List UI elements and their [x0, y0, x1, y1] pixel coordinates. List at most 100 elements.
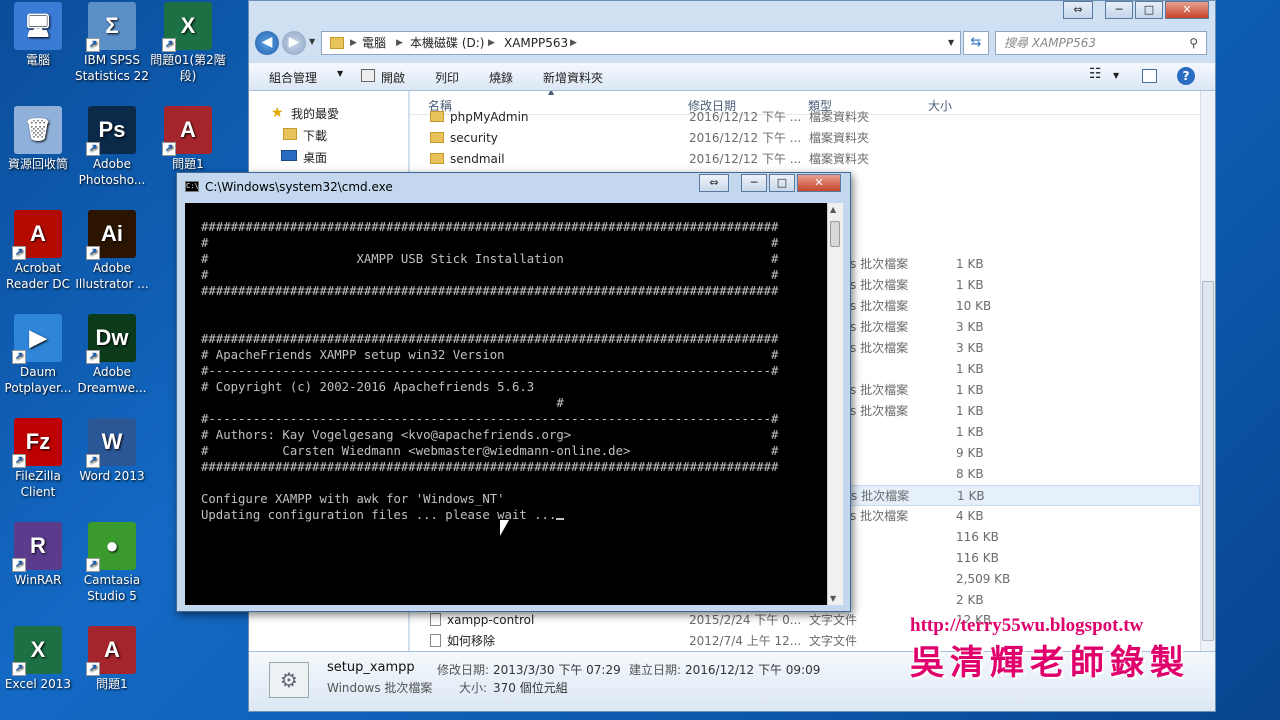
desktop-icon[interactable]: A ↗ Acrobat Reader DC [0, 210, 78, 292]
cmd-restore-arrows-button[interactable]: ⇔ [699, 174, 729, 192]
print-button[interactable]: 列印 [435, 69, 459, 86]
file-type: s 批次檔案 [850, 299, 909, 313]
scroll-down-icon[interactable]: ▼ [830, 594, 836, 603]
breadcrumb-computer[interactable]: 電腦 [362, 32, 386, 54]
sort-up-icon: ▲ [548, 91, 555, 96]
console-line: # XAMPP USB Stick Installation # [201, 252, 779, 266]
shortcut-arrow-icon: ↗ [86, 350, 100, 364]
desktop-icon[interactable]: Dw ↗ Adobe Dreamwe... [72, 314, 152, 396]
desktop-icon[interactable]: X ↗ 問題01(第2階段) [148, 2, 228, 84]
maximize-button[interactable]: □ [1135, 1, 1163, 19]
desktop-icon[interactable]: X ↗ Excel 2013 [0, 626, 78, 692]
preview-pane-icon[interactable] [1142, 69, 1157, 83]
shortcut-arrow-icon: ↗ [12, 454, 26, 468]
breadcrumb-folder[interactable]: XAMPP563 [504, 32, 568, 54]
winrar-icon: R ↗ [12, 522, 62, 572]
organize-dropdown-icon[interactable]: ▼ [337, 69, 343, 78]
desktop-icon[interactable]: 🖥 電腦 [0, 2, 78, 68]
nav-desktop[interactable]: 桌面 [303, 149, 327, 166]
open-button[interactable]: 開啟 [381, 69, 405, 86]
file-size: 1 KB [956, 278, 984, 292]
desktop-icon[interactable]: Σ ↗ IBM SPSS Statistics 22 [72, 2, 152, 84]
scrollbar-thumb[interactable] [1202, 281, 1214, 641]
file-type: 檔案資料夾 [809, 110, 870, 124]
desktop-icon-label: Excel 2013 [4, 677, 72, 691]
console-line: Configure XAMPP with awk for 'Windows_NT… [201, 492, 505, 506]
open-icon [361, 69, 375, 82]
close-button[interactable]: ✕ [1165, 1, 1209, 19]
file-type: 文字文件 [809, 634, 858, 648]
dreamweaver-icon: Dw ↗ [86, 314, 136, 364]
favorites-star-icon: ★ [271, 105, 284, 121]
camtasia-icon: ● ↗ [86, 522, 136, 572]
cmd-minimize-button[interactable]: ─ [741, 174, 767, 192]
file-row[interactable]: sendmail 2016/12/12 下午 ... 檔案資料夾 [410, 149, 1200, 170]
file-row[interactable]: security 2016/12/12 下午 ... 檔案資料夾 [410, 128, 1200, 149]
desktop-icon-label: Word 2013 [79, 469, 145, 483]
file-size: 116 KB [956, 551, 999, 565]
help-icon[interactable]: ? [1177, 67, 1195, 85]
file-list-scrollbar[interactable] [1200, 91, 1215, 651]
desktop-icon-label: 問題1 [172, 157, 204, 171]
minimize-button[interactable]: ─ [1105, 1, 1133, 19]
shortcut-arrow-icon: ↗ [162, 38, 176, 52]
refresh-button[interactable]: ⇆ [963, 31, 989, 55]
console-line: ########################################… [201, 284, 779, 298]
console-line: ########################################… [201, 220, 779, 234]
cmd-maximize-button[interactable]: □ [769, 174, 795, 192]
desktop-icon[interactable]: Ps ↗ Adobe Photosho... [72, 106, 152, 188]
restore-arrows-button[interactable]: ⇔ [1063, 1, 1093, 19]
desktop-icon[interactable]: A ↗ 問題1 [72, 626, 152, 692]
shortcut-arrow-icon: ↗ [12, 662, 26, 676]
console-line: # [201, 396, 564, 410]
address-dropdown-icon[interactable]: ▼ [948, 32, 954, 54]
search-input[interactable]: 搜尋 XAMPP563 ⚲ [995, 31, 1207, 55]
desktop-icon[interactable]: A ↗ 問題1 [148, 106, 228, 172]
nav-downloads[interactable]: 下載 [303, 127, 327, 144]
desktop-icon-label: Adobe Dreamwe... [77, 365, 147, 395]
desktop-icon[interactable]: 🗑 資源回收筒 [0, 106, 78, 172]
file-date: 2016/12/12 下午 ... [689, 131, 802, 145]
burn-button[interactable]: 燒錄 [489, 69, 513, 86]
batch-file-icon: ⚙ [269, 662, 309, 698]
organize-button[interactable]: 組合管理 [269, 69, 317, 86]
view-dropdown-icon[interactable]: ▼ [1113, 71, 1119, 80]
desktop-icon[interactable]: ▶ ↗ Daum Potplayer... [0, 314, 78, 396]
new-folder-button[interactable]: 新增資料夾 [543, 69, 603, 86]
console-output[interactable]: ########################################… [185, 203, 827, 605]
console-line: # ApacheFriends XAMPP setup win32 Versio… [201, 348, 779, 362]
file-type: 檔案資料夾 [809, 152, 870, 166]
access-icon: A ↗ [86, 626, 136, 676]
cmd-scrollbar[interactable]: ▲ ▼ [827, 203, 843, 605]
desktop-icon[interactable]: Fz ↗ FileZilla Client [0, 418, 78, 500]
shortcut-arrow-icon: ↗ [162, 142, 176, 156]
forward-button[interactable]: ▶ [282, 31, 306, 55]
view-options-icon[interactable]: ☷ [1089, 66, 1102, 82]
desktop-icon-label: Daum Potplayer... [4, 365, 72, 395]
history-dropdown-icon[interactable]: ▼ [309, 37, 315, 46]
file-type: 文字文件 [809, 613, 858, 627]
cmd-close-button[interactable]: ✕ [797, 174, 841, 192]
desktop-icon[interactable]: ● ↗ Camtasia Studio 5 [72, 522, 152, 604]
file-date: 2015/2/24 下午 0... [689, 613, 802, 627]
file-row[interactable]: phpMyAdmin 2016/12/12 下午 ... 檔案資料夾 [410, 107, 1200, 128]
desktop-icon[interactable]: Ai ↗ Adobe Illustrator ... [72, 210, 152, 292]
shortcut-arrow-icon: ↗ [12, 558, 26, 572]
access-icon: A ↗ [162, 106, 212, 156]
console-line: # Copyright (c) 2002-2016 Apachefriends … [201, 380, 535, 394]
file-size: 1 KB [956, 362, 984, 376]
address-bar[interactable]: ▶ 電腦 ▶ 本機磁碟 (D:) ▶ XAMPP563 ▶ ▼ [321, 31, 961, 55]
watermark-url: http://terry55wu.blogspot.tw [910, 615, 1144, 636]
file-size: 1 KB [956, 383, 984, 397]
cmd-scrollbar-thumb[interactable] [830, 221, 840, 247]
console-line: Updating configuration files ... please … [201, 507, 827, 523]
desktop-icon-label: IBM SPSS Statistics 22 [75, 53, 149, 83]
breadcrumb-drive[interactable]: 本機磁碟 (D:) [410, 32, 484, 54]
desktop-icon[interactable]: W ↗ Word 2013 [72, 418, 152, 484]
nav-favorites[interactable]: 我的最愛 [291, 105, 339, 122]
file-name-text: phpMyAdmin [450, 110, 529, 124]
desktop-icon[interactable]: R ↗ WinRAR [0, 522, 78, 588]
scroll-up-icon[interactable]: ▲ [830, 205, 836, 214]
file-size: 10 KB [956, 299, 992, 313]
back-button[interactable]: ◀ [255, 31, 279, 55]
